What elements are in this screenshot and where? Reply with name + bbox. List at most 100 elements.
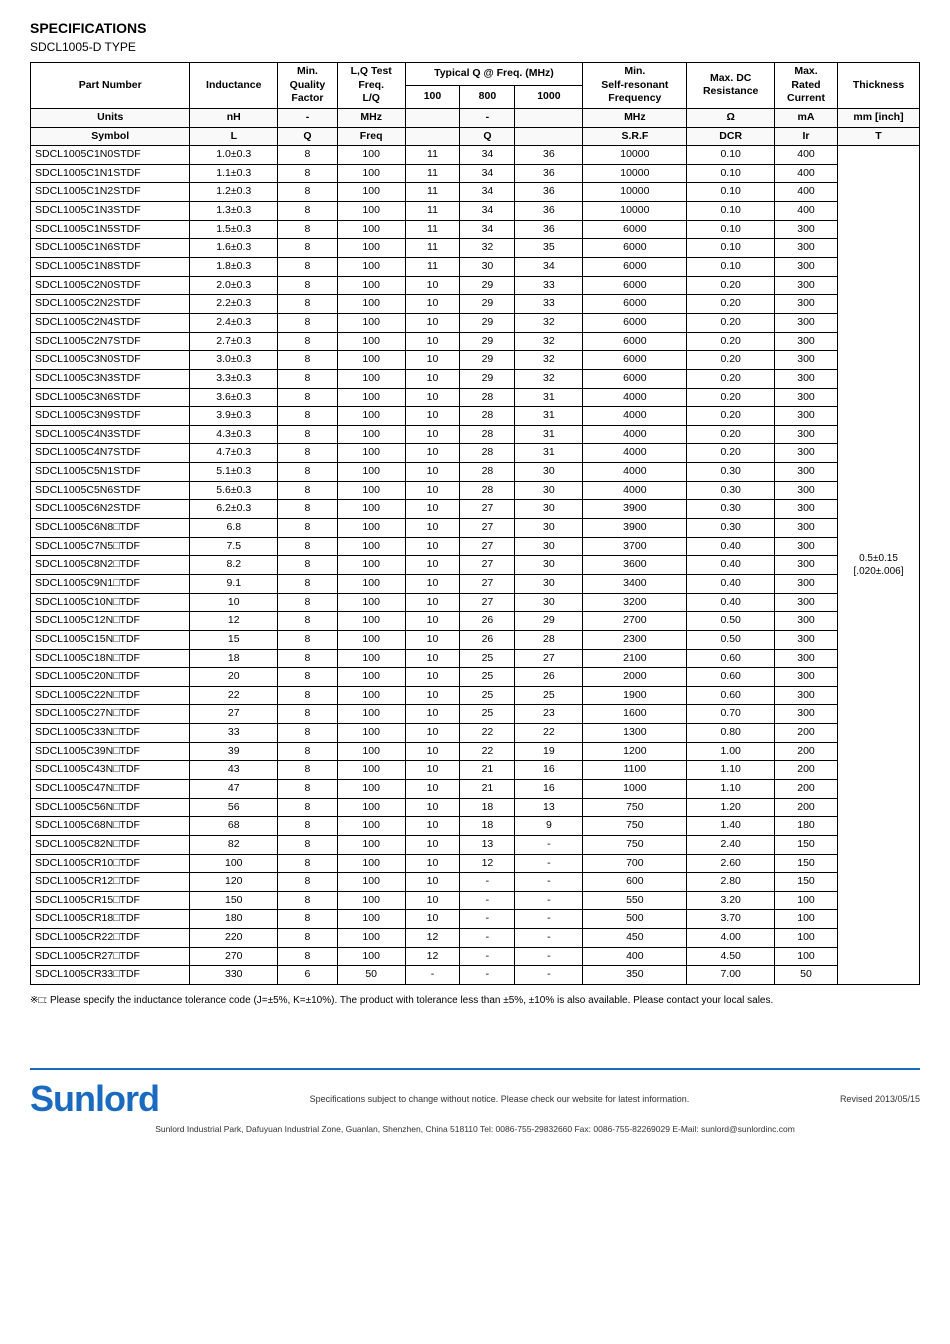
cell-25-7: 2700 bbox=[583, 612, 687, 631]
cell-36-3: 100 bbox=[337, 817, 405, 836]
cell-27-9: 300 bbox=[775, 649, 838, 668]
cell-36-8: 1.40 bbox=[687, 817, 775, 836]
cell-29-2: 8 bbox=[278, 686, 338, 705]
cell-31-5: 22 bbox=[460, 724, 515, 743]
cell-22-6: 30 bbox=[515, 556, 583, 575]
cell-11-5: 29 bbox=[460, 351, 515, 370]
cell-17-8: 0.30 bbox=[687, 463, 775, 482]
cell-25-9: 300 bbox=[775, 612, 838, 631]
cell-17-0: SDCL1005C5N1STDF bbox=[31, 463, 190, 482]
cell-38-9: 150 bbox=[775, 854, 838, 873]
cell-38-0: SDCL1005CR10□TDF bbox=[31, 854, 190, 873]
cell-34-0: SDCL1005C47N□TDF bbox=[31, 779, 190, 798]
cell-3-3: 100 bbox=[337, 202, 405, 221]
cell-13-5: 28 bbox=[460, 388, 515, 407]
cell-1-6: 36 bbox=[515, 164, 583, 183]
units-cell-3: MHz bbox=[337, 108, 405, 127]
cell-7-5: 29 bbox=[460, 276, 515, 295]
cell-37-3: 100 bbox=[337, 835, 405, 854]
cell-43-2: 8 bbox=[278, 947, 338, 966]
cell-27-6: 27 bbox=[515, 649, 583, 668]
cell-8-4: 10 bbox=[405, 295, 460, 314]
cell-22-4: 10 bbox=[405, 556, 460, 575]
cell-14-6: 31 bbox=[515, 407, 583, 426]
cell-26-4: 10 bbox=[405, 630, 460, 649]
cell-16-5: 28 bbox=[460, 444, 515, 463]
cell-4-6: 36 bbox=[515, 220, 583, 239]
cell-10-5: 29 bbox=[460, 332, 515, 351]
cell-15-8: 0.20 bbox=[687, 425, 775, 444]
cell-14-8: 0.20 bbox=[687, 407, 775, 426]
cell-23-9: 300 bbox=[775, 574, 838, 593]
table-row: SDCL1005C15N□TDF15810010262823000.50300 bbox=[31, 630, 920, 649]
cell-15-0: SDCL1005C4N3STDF bbox=[31, 425, 190, 444]
cell-3-1: 1.3±0.3 bbox=[190, 202, 278, 221]
cell-34-1: 47 bbox=[190, 779, 278, 798]
cell-39-3: 100 bbox=[337, 873, 405, 892]
cell-8-2: 8 bbox=[278, 295, 338, 314]
cell-13-0: SDCL1005C3N6STDF bbox=[31, 388, 190, 407]
cell-15-4: 10 bbox=[405, 425, 460, 444]
cell-26-0: SDCL1005C15N□TDF bbox=[31, 630, 190, 649]
cell-30-6: 23 bbox=[515, 705, 583, 724]
cell-41-1: 180 bbox=[190, 910, 278, 929]
cell-25-8: 0.50 bbox=[687, 612, 775, 631]
cell-41-5: - bbox=[460, 910, 515, 929]
cell-29-1: 22 bbox=[190, 686, 278, 705]
cell-4-0: SDCL1005C1N5STDF bbox=[31, 220, 190, 239]
cell-14-2: 8 bbox=[278, 407, 338, 426]
units-cell-10: mm [inch] bbox=[838, 108, 920, 127]
cell-3-6: 36 bbox=[515, 202, 583, 221]
units-cell-9: mA bbox=[775, 108, 838, 127]
cell-43-3: 100 bbox=[337, 947, 405, 966]
cell-0-2: 8 bbox=[278, 146, 338, 165]
cell-21-2: 8 bbox=[278, 537, 338, 556]
cell-20-0: SDCL1005C6N8□TDF bbox=[31, 519, 190, 538]
cell-36-9: 180 bbox=[775, 817, 838, 836]
table-row: SDCL1005C20N□TDF20810010252620000.60300 bbox=[31, 668, 920, 687]
cell-29-0: SDCL1005C22N□TDF bbox=[31, 686, 190, 705]
cell-33-7: 1100 bbox=[583, 761, 687, 780]
table-row: SDCL1005C1N3STDF1.3±0.38100113436100000.… bbox=[31, 202, 920, 221]
cell-19-7: 3900 bbox=[583, 500, 687, 519]
cell-5-3: 100 bbox=[337, 239, 405, 258]
symbol-cell-1: L bbox=[190, 127, 278, 146]
cell-35-9: 200 bbox=[775, 798, 838, 817]
cell-38-6: - bbox=[515, 854, 583, 873]
cell-20-8: 0.30 bbox=[687, 519, 775, 538]
cell-4-9: 300 bbox=[775, 220, 838, 239]
cell-37-5: 13 bbox=[460, 835, 515, 854]
cell-16-9: 300 bbox=[775, 444, 838, 463]
cell-30-9: 300 bbox=[775, 705, 838, 724]
cell-29-7: 1900 bbox=[583, 686, 687, 705]
cell-9-0: SDCL1005C2N4STDF bbox=[31, 313, 190, 332]
cell-35-8: 1.20 bbox=[687, 798, 775, 817]
cell-25-5: 26 bbox=[460, 612, 515, 631]
cell-38-4: 10 bbox=[405, 854, 460, 873]
cell-2-6: 36 bbox=[515, 183, 583, 202]
cell-44-0: SDCL1005CR33□TDF bbox=[31, 966, 190, 985]
cell-32-9: 200 bbox=[775, 742, 838, 761]
cell-20-6: 30 bbox=[515, 519, 583, 538]
cell-3-0: SDCL1005C1N3STDF bbox=[31, 202, 190, 221]
cell-10-3: 100 bbox=[337, 332, 405, 351]
cell-11-8: 0.20 bbox=[687, 351, 775, 370]
cell-25-4: 10 bbox=[405, 612, 460, 631]
cell-2-2: 8 bbox=[278, 183, 338, 202]
table-row: SDCL1005C2N0STDF2.0±0.3810010293360000.2… bbox=[31, 276, 920, 295]
cell-41-7: 500 bbox=[583, 910, 687, 929]
cell-5-0: SDCL1005C1N6STDF bbox=[31, 239, 190, 258]
cell-10-1: 2.7±0.3 bbox=[190, 332, 278, 351]
cell-12-9: 300 bbox=[775, 369, 838, 388]
cell-25-6: 29 bbox=[515, 612, 583, 631]
cell-7-8: 0.20 bbox=[687, 276, 775, 295]
cell-42-2: 8 bbox=[278, 929, 338, 948]
cell-32-1: 39 bbox=[190, 742, 278, 761]
cell-13-3: 100 bbox=[337, 388, 405, 407]
symbol-cell-4 bbox=[405, 127, 460, 146]
cell-12-0: SDCL1005C3N3STDF bbox=[31, 369, 190, 388]
cell-24-0: SDCL1005C10N□TDF bbox=[31, 593, 190, 612]
cell-36-0: SDCL1005C68N□TDF bbox=[31, 817, 190, 836]
cell-18-6: 30 bbox=[515, 481, 583, 500]
cell-17-5: 28 bbox=[460, 463, 515, 482]
